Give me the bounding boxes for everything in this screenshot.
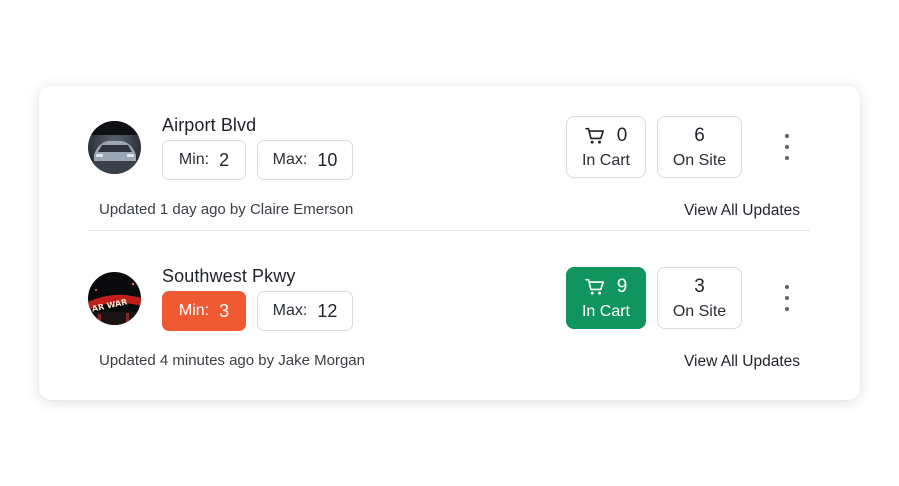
- in-cart-count: 9: [616, 276, 628, 297]
- min-label: Min:: [178, 302, 210, 319]
- view-all-updates-link[interactable]: View All Updates: [684, 202, 800, 220]
- in-cart-label: In Cart: [581, 303, 630, 320]
- row-divider: [88, 230, 810, 231]
- location-avatar: [88, 121, 141, 174]
- updated-text: Updated 1 day ago by Claire Emerson: [99, 201, 354, 218]
- kebab-menu-icon[interactable]: [777, 285, 797, 311]
- kebab-menu-icon[interactable]: [777, 134, 797, 160]
- location-name: Southwest Pkwy: [162, 266, 296, 286]
- on-site-label: On Site: [672, 303, 727, 320]
- location-name: Airport Blvd: [162, 115, 257, 135]
- on-site-box[interactable]: 3 On Site: [657, 267, 742, 329]
- max-value: 10: [317, 149, 338, 170]
- max-value: 12: [317, 300, 338, 321]
- max-chip[interactable]: Max: 12: [257, 291, 353, 331]
- min-chip[interactable]: Min: 2: [162, 140, 246, 180]
- on-site-count: 3: [694, 276, 705, 297]
- in-cart-box[interactable]: 9 In Cart: [566, 267, 646, 329]
- max-label: Max:: [272, 151, 308, 168]
- min-chip[interactable]: Min: 3: [162, 291, 246, 331]
- min-value: 2: [219, 149, 230, 170]
- location-row: AR WAR Southwest Pkwy Min: 3 Max: 12 9 I…: [39, 237, 860, 387]
- location-avatar: AR WAR: [88, 272, 141, 325]
- shopping-cart-icon: [584, 127, 604, 144]
- view-all-updates-link[interactable]: View All Updates: [684, 353, 800, 371]
- on-site-count: 6: [694, 125, 705, 146]
- max-chip[interactable]: Max: 10: [257, 140, 353, 180]
- locations-card: Airport Blvd Min: 2 Max: 10 0 In Cart 6: [39, 86, 860, 400]
- location-row: Airport Blvd Min: 2 Max: 10 0 In Cart 6: [39, 86, 860, 236]
- max-label: Max:: [272, 302, 308, 319]
- min-value: 3: [219, 300, 230, 321]
- in-cart-label: In Cart: [581, 152, 630, 169]
- on-site-label: On Site: [672, 152, 727, 169]
- in-cart-count: 0: [616, 125, 628, 146]
- in-cart-box[interactable]: 0 In Cart: [566, 116, 646, 178]
- updated-text: Updated 4 minutes ago by Jake Morgan: [99, 352, 365, 369]
- shopping-cart-icon: [584, 278, 604, 295]
- on-site-box[interactable]: 6 On Site: [657, 116, 742, 178]
- min-label: Min:: [178, 151, 210, 168]
